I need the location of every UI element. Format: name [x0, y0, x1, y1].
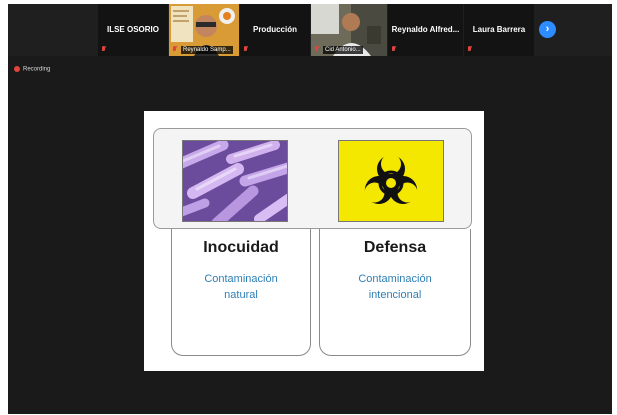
recording-label: Recording	[23, 66, 51, 73]
card-defensa: Defensa Contaminación intencional	[319, 229, 471, 356]
biohazard-icon	[339, 141, 443, 221]
video-caption: Cid Antonio...	[323, 46, 363, 54]
mic-muted-icon	[467, 46, 473, 53]
image-panel	[153, 128, 472, 229]
participant-tile-video-2[interactable]: Cid Antonio...	[311, 4, 387, 56]
card-inocuidad: Inocuidad Contaminación natural	[171, 229, 311, 356]
biohazard-image	[338, 140, 444, 222]
card-title: Inocuidad	[203, 239, 279, 256]
participant-name: Reynaldo Alfred...	[391, 25, 460, 34]
mic-muted-icon	[243, 46, 249, 53]
participant-strip: ILSE OSORIO Reynaldo Samp... Producción	[8, 4, 612, 56]
bacteria-icon	[183, 141, 287, 221]
bacteria-image	[182, 140, 288, 222]
meeting-window: ILSE OSORIO Reynaldo Samp... Producción	[8, 4, 612, 414]
participant-tile-video-1[interactable]: Reynaldo Samp...	[169, 4, 239, 56]
card-title: Defensa	[363, 239, 427, 256]
participant-name: Laura Barrera	[472, 25, 526, 34]
participant-name: ILSE OSORIO	[106, 25, 159, 34]
video-caption: Reynaldo Samp...	[181, 46, 233, 54]
mic-muted-icon	[391, 46, 397, 53]
next-page-button[interactable]: ›	[539, 21, 556, 38]
card-subtitle: Contaminación intencional	[358, 273, 432, 301]
shared-slide: Inocuidad Contaminación natural Defensa …	[144, 111, 484, 371]
chevron-right-icon: ›	[545, 23, 550, 35]
card-subtitle: Contaminación natural	[204, 273, 278, 301]
record-icon	[14, 66, 20, 72]
recording-indicator: Recording	[14, 66, 50, 73]
participant-tile-produccion[interactable]: Producción	[240, 4, 310, 56]
mic-muted-icon	[101, 46, 107, 53]
participant-tile-ilse-osorio[interactable]: ILSE OSORIO	[98, 4, 168, 56]
participant-tile-laura-barrera[interactable]: Laura Barrera	[464, 4, 534, 56]
mic-muted-icon	[314, 46, 320, 53]
participant-tile-reynaldo[interactable]: Reynaldo Alfred...	[388, 4, 463, 56]
mic-muted-icon	[172, 46, 178, 53]
participant-name: Producción	[252, 25, 297, 34]
